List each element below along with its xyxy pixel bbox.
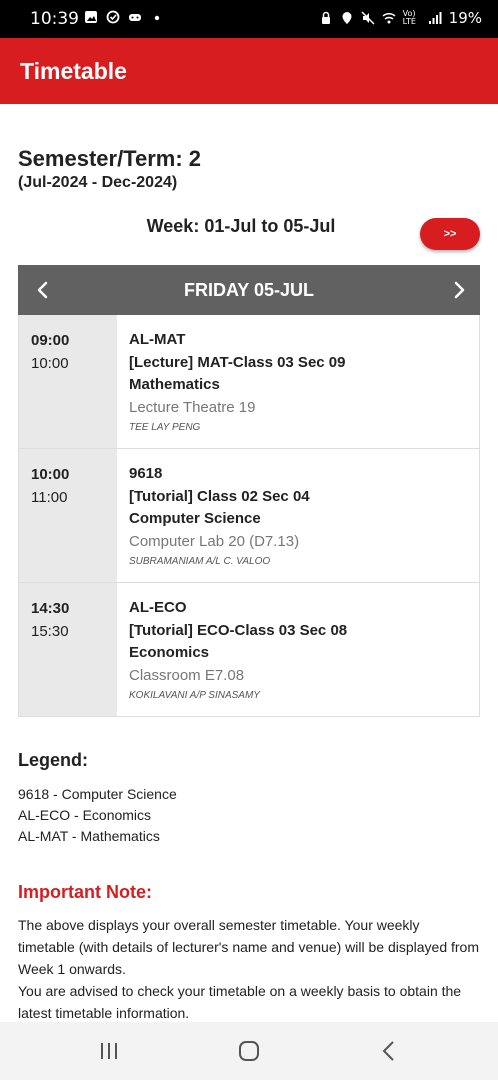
time-cell: 14:30 15:30 — [19, 583, 117, 716]
recent-apps-icon[interactable] — [96, 1038, 122, 1064]
day-label: FRIDAY 05-JUL — [183, 280, 315, 300]
legend-item: AL-ECO - Economics — [18, 807, 152, 823]
next-week-button[interactable]: >> — [420, 218, 480, 250]
start-time: 14:30 — [31, 600, 70, 617]
back-icon[interactable] — [376, 1038, 402, 1064]
end-time: 10:00 — [31, 355, 69, 372]
timetable: 09:00 10:00 AL-MAT [Lecture] MAT-Class 0… — [18, 315, 480, 717]
venue: Lecture Theatre 19 — [129, 398, 256, 416]
class-name: [Tutorial] ECO-Class 03 Sec 08 — [129, 621, 348, 639]
legend-item: AL-MAT - Mathematics — [18, 828, 160, 844]
location-icon — [342, 12, 352, 24]
course-code: AL-ECO — [129, 599, 187, 616]
game-icon — [129, 14, 141, 21]
semester-period: (Jul-2024 - Dec-2024) — [18, 174, 178, 191]
navigation-bar — [0, 1022, 498, 1080]
venue: Computer Lab 20 (D7.13) — [129, 532, 300, 550]
class-name: [Lecture] MAT-Class 03 Sec 09 — [129, 353, 346, 371]
start-time: 10:00 — [31, 466, 70, 483]
subject-name: Economics — [129, 644, 210, 661]
sync-icon — [106, 10, 120, 24]
time-cell: 10:00 11:00 — [19, 449, 117, 582]
lecturer-name: KOKILAVANI A/P SINASAMY — [129, 690, 260, 701]
home-icon[interactable] — [236, 1038, 262, 1064]
chevron-right-icon[interactable] — [446, 277, 472, 303]
notification-icons — [84, 10, 164, 24]
note-text: The above displays your overall semester… — [18, 914, 480, 1024]
status-time: 10:39 — [30, 9, 79, 29]
note-paragraph: You are advised to check your timetable … — [18, 983, 462, 1021]
lecturer-name: SUBRAMANIAM A/L C. VALOO — [129, 556, 271, 567]
mute-icon — [361, 11, 375, 25]
venue: Classroom E7.08 — [129, 666, 245, 684]
table-row[interactable]: 14:30 15:30 AL-ECO [Tutorial] ECO-Class … — [19, 582, 479, 716]
app-bar: Timetable — [0, 38, 498, 104]
system-icons: Vo) LTE 19% — [319, 9, 482, 27]
session-details: AL-MAT [Lecture] MAT-Class 03 Sec 09 Mat… — [117, 315, 345, 448]
table-row[interactable]: 09:00 10:00 AL-MAT [Lecture] MAT-Class 0… — [19, 315, 479, 448]
day-header: FRIDAY 05-JUL — [18, 265, 480, 315]
note-title: Important Note: — [18, 882, 152, 902]
week-label: Week: 01-Jul to 05-Jul — [146, 216, 336, 236]
dot-icon — [154, 15, 160, 21]
page-title: Timetable — [20, 58, 127, 84]
status-bar: 10:39 Vo) LTE 19% — [0, 0, 498, 38]
end-time: 11:00 — [31, 489, 68, 506]
battery-level: 19% — [448, 9, 482, 27]
course-code: 9618 — [129, 465, 163, 482]
subject-name: Computer Science — [129, 510, 261, 527]
start-time: 09:00 — [31, 332, 70, 349]
network-label: Vo) LTE — [402, 9, 416, 26]
semester-title: Semester/Term: 2 — [18, 146, 202, 171]
table-row[interactable]: 10:00 11:00 9618 [Tutorial] Class 02 Sec… — [19, 448, 479, 582]
end-time: 15:30 — [31, 623, 69, 640]
session-details: AL-ECO [Tutorial] ECO-Class 03 Sec 08 Ec… — [117, 583, 347, 716]
course-code: AL-MAT — [129, 331, 186, 348]
legend-list: 9618 - Computer Science AL-ECO - Economi… — [18, 784, 177, 847]
session-details: 9618 [Tutorial] Class 02 Sec 04 Computer… — [117, 449, 310, 582]
signal-icon — [428, 12, 442, 24]
time-cell: 09:00 10:00 — [19, 315, 117, 448]
lock-icon — [321, 11, 330, 24]
lecturer-name: TEE LAY PENG — [129, 422, 201, 433]
note-paragraph: The above displays your overall semester… — [18, 917, 480, 977]
class-name: [Tutorial] Class 02 Sec 04 — [129, 487, 310, 505]
legend-title: Legend: — [18, 750, 88, 770]
wifi-icon — [382, 12, 396, 24]
gallery-icon — [85, 11, 97, 23]
legend-item: 9618 - Computer Science — [18, 786, 177, 802]
subject-name: Mathematics — [129, 376, 220, 393]
